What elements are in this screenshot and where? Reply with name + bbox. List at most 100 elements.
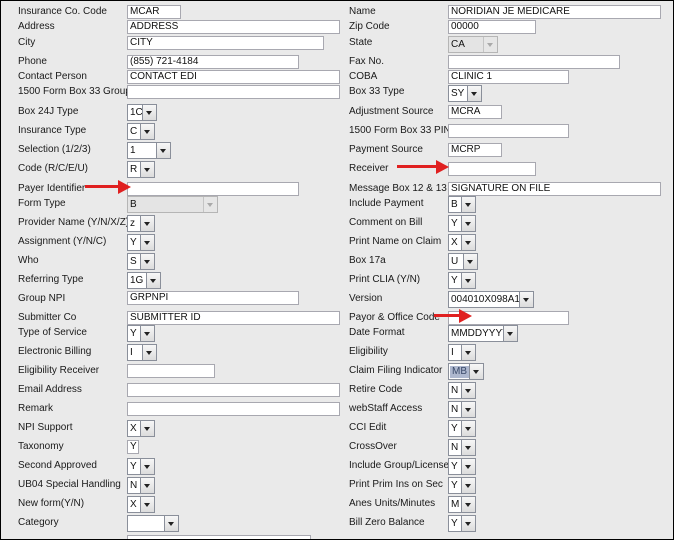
eligibility-value: I xyxy=(451,347,454,358)
next-row-field-partial[interactable] xyxy=(127,535,311,539)
chevron-down-icon[interactable] xyxy=(164,516,178,531)
assignment-select[interactable]: Y xyxy=(127,234,155,251)
box-24j-type-select[interactable]: 1C xyxy=(127,104,157,121)
selection-select[interactable]: 1 xyxy=(127,142,171,159)
fax-no-field[interactable] xyxy=(448,55,620,69)
version-select[interactable]: 004010X098A1 xyxy=(448,291,534,308)
cci-edit-select[interactable]: Y xyxy=(448,420,476,437)
webstaff-access-value: N xyxy=(451,404,459,415)
group-npi-field[interactable]: GRPNPI xyxy=(127,291,299,305)
chevron-down-icon[interactable] xyxy=(467,86,481,101)
print-prim-ins-on-sec-select[interactable]: Y xyxy=(448,477,476,494)
ub04-special-handling-select[interactable]: N xyxy=(127,477,155,494)
box-33-type-value: SY xyxy=(451,88,465,99)
chevron-down-icon[interactable] xyxy=(461,516,475,531)
chevron-down-icon[interactable] xyxy=(461,235,475,250)
contact-person-field[interactable]: CONTACT EDI xyxy=(127,70,340,84)
chevron-down-icon[interactable] xyxy=(519,292,533,307)
taxonomy-field[interactable]: Y xyxy=(127,440,139,454)
insurance-type-select[interactable]: C xyxy=(127,123,155,140)
chevron-down-icon[interactable] xyxy=(469,364,483,379)
new-form-select[interactable]: X xyxy=(127,496,155,513)
include-group-license-select[interactable]: Y xyxy=(448,458,476,475)
electronic-billing-select[interactable]: I xyxy=(127,344,157,361)
chevron-down-icon[interactable] xyxy=(461,216,475,231)
anes-units-minutes-select[interactable]: M xyxy=(448,496,476,513)
comment-on-bill-select[interactable]: Y xyxy=(448,215,476,232)
phone-field[interactable]: (855) 721-4184 xyxy=(127,55,299,69)
chevron-down-icon[interactable] xyxy=(461,421,475,436)
chevron-down-icon[interactable] xyxy=(461,440,475,455)
state-select[interactable]: CA xyxy=(448,36,498,53)
type-of-service-select[interactable]: Y xyxy=(127,325,155,342)
box-33-type-select[interactable]: SY xyxy=(448,85,482,102)
retire-code-select[interactable]: N xyxy=(448,382,476,399)
chevron-down-icon[interactable] xyxy=(140,478,154,493)
chevron-down-icon[interactable] xyxy=(140,326,154,341)
bill-zero-balance-select[interactable]: Y xyxy=(448,515,476,532)
chevron-down-icon[interactable] xyxy=(461,345,475,360)
npi-support-select[interactable]: X xyxy=(127,420,155,437)
remark-field[interactable] xyxy=(127,402,340,416)
print-name-on-claim-select[interactable]: X xyxy=(448,234,476,251)
webstaff-access-select[interactable]: N xyxy=(448,401,476,418)
submitter-co-field[interactable]: SUBMITTER ID xyxy=(127,311,340,325)
chevron-down-icon[interactable] xyxy=(140,497,154,512)
chevron-down-icon[interactable] xyxy=(142,105,156,120)
chevron-down-icon[interactable] xyxy=(140,124,154,139)
chevron-down-icon[interactable] xyxy=(461,197,475,212)
chevron-down-icon[interactable] xyxy=(503,326,517,341)
chevron-down-icon[interactable] xyxy=(463,254,477,269)
chevron-down-icon[interactable] xyxy=(461,478,475,493)
chevron-down-icon[interactable] xyxy=(203,197,217,212)
chevron-down-icon[interactable] xyxy=(146,273,160,288)
box-33-group-field[interactable] xyxy=(127,85,340,99)
provider-name-select[interactable]: z xyxy=(127,215,155,232)
insurance-co-code-field[interactable]: MCAR xyxy=(127,5,181,19)
message-box-field[interactable]: SIGNATURE ON FILE xyxy=(448,182,661,196)
eligibility-receiver-field[interactable] xyxy=(127,364,215,378)
chevron-down-icon[interactable] xyxy=(461,383,475,398)
label-state: State xyxy=(349,37,373,48)
adjustment-source-field[interactable]: MCRA xyxy=(448,105,502,119)
chevron-down-icon[interactable] xyxy=(140,216,154,231)
referring-type-select[interactable]: 1G xyxy=(127,272,161,289)
chevron-down-icon[interactable] xyxy=(140,254,154,269)
label-form-type: Form Type xyxy=(18,198,66,209)
second-approved-select[interactable]: Y xyxy=(127,458,155,475)
chevron-down-icon[interactable] xyxy=(483,37,497,52)
name-field[interactable]: NORIDIAN JE MEDICARE xyxy=(448,5,661,19)
chevron-down-icon[interactable] xyxy=(140,235,154,250)
payment-source-field[interactable]: MCRP xyxy=(448,143,502,157)
city-field[interactable]: CITY xyxy=(127,36,324,50)
chevron-down-icon[interactable] xyxy=(461,273,475,288)
crossover-select[interactable]: N xyxy=(448,439,476,456)
print-clia-select[interactable]: Y xyxy=(448,272,476,289)
chevron-down-icon[interactable] xyxy=(140,459,154,474)
box-33-pin-field[interactable] xyxy=(448,124,569,138)
category-select[interactable] xyxy=(127,515,179,532)
who-select[interactable]: S xyxy=(127,253,155,270)
chevron-down-icon[interactable] xyxy=(461,459,475,474)
chevron-down-icon[interactable] xyxy=(461,402,475,417)
address-field[interactable]: ADDRESS xyxy=(127,20,340,34)
payer-identifier-field[interactable] xyxy=(127,182,299,196)
code-select[interactable]: R xyxy=(127,161,155,178)
chevron-down-icon[interactable] xyxy=(461,497,475,512)
eligibility-select[interactable]: I xyxy=(448,344,476,361)
chevron-down-icon[interactable] xyxy=(142,345,156,360)
include-payment-select[interactable]: B xyxy=(448,196,476,213)
box-17a-select[interactable]: U xyxy=(448,253,478,270)
claim-filing-indicator-select[interactable]: MB xyxy=(448,363,484,380)
email-address-field[interactable] xyxy=(127,383,340,397)
form-type-select[interactable]: B xyxy=(127,196,218,213)
version-value: 004010X098A1 xyxy=(451,294,520,305)
coba-field[interactable]: CLINIC 1 xyxy=(448,70,569,84)
zip-code-field[interactable]: 00000 xyxy=(448,20,536,34)
receiver-field[interactable] xyxy=(448,162,536,176)
date-format-select[interactable]: MMDDYYYY xyxy=(448,325,518,342)
chevron-down-icon[interactable] xyxy=(140,162,154,177)
print-prim-ins-on-sec-value: Y xyxy=(451,480,458,491)
chevron-down-icon[interactable] xyxy=(156,143,170,158)
chevron-down-icon[interactable] xyxy=(140,421,154,436)
